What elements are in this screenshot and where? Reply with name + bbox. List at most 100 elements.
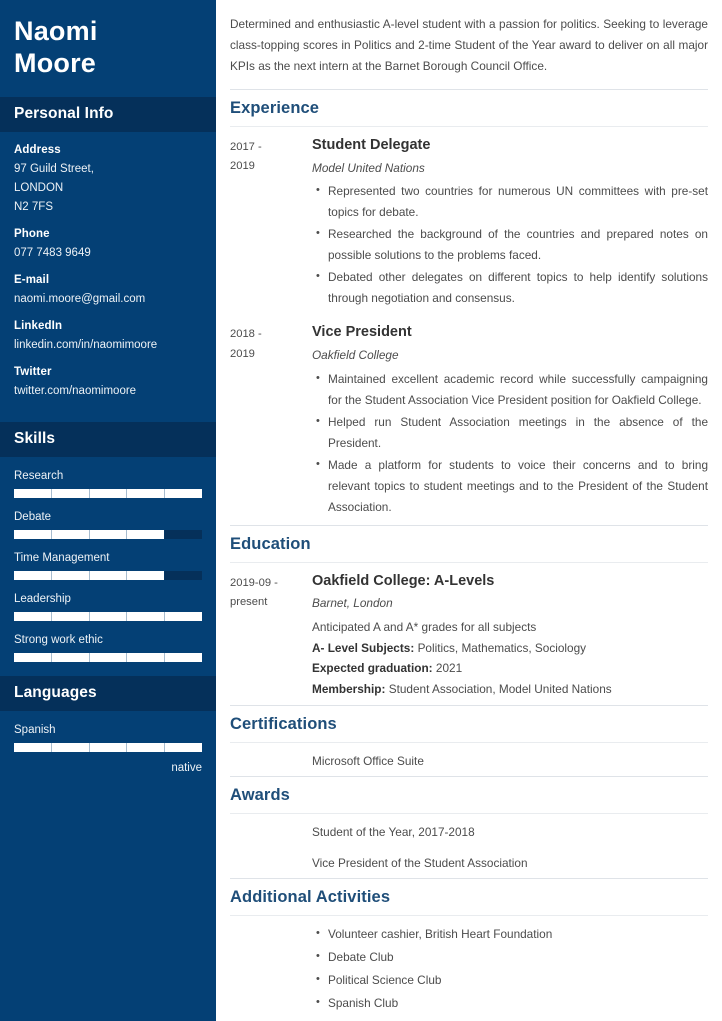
education-detail: Anticipated A and A* grades for all subj… [312, 617, 708, 638]
skill-bar-track [14, 742, 202, 752]
section-certifications: Certifications Microsoft Office Suite [230, 705, 708, 774]
bar-ticks [14, 570, 202, 580]
contact-label: LinkedIn [14, 320, 63, 332]
education-detail-label: Membership: [312, 681, 386, 696]
bar-tick [52, 652, 90, 662]
education-detail-value: Anticipated A and A* grades for all subj… [312, 620, 537, 635]
bar-tick [52, 488, 90, 498]
languages-heading: Languages [0, 675, 216, 711]
education-detail-label: Expected graduation: [312, 661, 433, 676]
certification-item: Microsoft Office Suite [312, 754, 424, 769]
contact-group-linkedin: LinkedIn linkedin.com/in/naomimoore [14, 320, 202, 355]
bar-ticks [14, 652, 202, 662]
bar-tick [14, 652, 52, 662]
bullet-item: Maintained excellent academic record whi… [316, 369, 708, 411]
language-name: Spanish [14, 723, 56, 736]
contact-label: Phone [14, 228, 50, 241]
bullet-item: Debated other delegates on different top… [316, 267, 708, 309]
experience-entry: 2018 -2019 Vice President Oakfield College… [230, 314, 708, 522]
activity-item: Spanish Club [316, 993, 708, 1014]
bar-tick [14, 611, 52, 621]
skill-name: Debate [14, 510, 52, 523]
bullet-item: Researched the background of the countri… [316, 224, 708, 266]
experience-entry: 2017 -2019 Student Delegate Model United N… [230, 127, 708, 314]
experience-date: 2017 -2019 [230, 140, 262, 173]
bullet-item: Represented two countries for numerous U… [316, 181, 708, 223]
contact-group-twitter: Twitter twitter.com/naomimoore [14, 366, 202, 401]
contact-label: Address [14, 144, 61, 157]
awards-entry: Student of the Year, 2017-2018 Vice Presi… [230, 814, 708, 876]
skill-name: Leadership [14, 592, 71, 605]
activities-entry: Volunteer cashier, British Heart Foundat… [230, 916, 708, 1018]
experience-title: Student Delegate [312, 136, 431, 153]
skill-item: Time Management [14, 552, 202, 580]
skill-item: Research [14, 470, 202, 498]
bullet-item: Helped run Student Association meetings … [316, 412, 708, 454]
education-subtitle: Barnet, London [312, 596, 393, 611]
experience-subtitle: Oakfield College [312, 347, 399, 362]
contact-value: 97 Guild Street, LONDON N2 7FS [14, 163, 94, 214]
language-item: Spanish native [14, 724, 202, 774]
name-last: Moore [14, 47, 96, 78]
contact-value: twitter.com/naomimoore [14, 384, 137, 397]
education-detail-label: A- Level Subjects: [312, 640, 415, 655]
experience-date: 2018 -2019 [230, 328, 262, 360]
bar-tick [14, 488, 52, 498]
bar-tick [127, 488, 166, 498]
skill-name: Research [14, 469, 64, 482]
section-education: Education 2019-09 - present Oakfield Colle… [230, 524, 708, 704]
bar-tick [90, 488, 128, 498]
education-title: Oakfield College: A-Levels [312, 572, 495, 589]
skill-item: Debate [14, 511, 202, 539]
bar-tick [165, 653, 202, 662]
bar-tick [52, 529, 90, 539]
personal-info-heading: Personal Info [0, 97, 216, 133]
awards-date-spacer [230, 822, 312, 824]
activity-item: Volunteer cashier, British Heart Foundat… [316, 924, 708, 945]
awards-heading: Awards [230, 776, 708, 815]
bar-tick [14, 529, 52, 539]
experience-body: Student Delegate Model United Nations Repr… [312, 136, 708, 310]
section-experience: Experience 2017 -2019 Student Delegate Mod… [230, 88, 708, 523]
award-item: Vice President of the Student Associatio… [312, 856, 528, 871]
bar-ticks [14, 529, 202, 539]
professional-summary: Determined and enthusiastic A-level stud… [230, 17, 708, 73]
bar-tick [90, 570, 128, 580]
main-content: Determined and enthusiastic A-level stud… [216, 0, 722, 1021]
education-entries: 2019-09 - present Oakfield College: A-Leve… [230, 563, 708, 704]
bar-tick [127, 611, 166, 621]
bar-tick [90, 529, 128, 539]
certifications-entry: Microsoft Office Suite [230, 743, 708, 774]
contact-value: naomi.moore@gmail.com [14, 293, 146, 306]
skill-bar-track [14, 570, 202, 580]
bar-tick [165, 489, 202, 498]
education-date: 2019-09 - present [230, 576, 278, 608]
section-activities: Additional Activities Volunteer cashier,… [230, 878, 708, 1018]
skill-name: Time Management [14, 551, 110, 564]
contact-group-address: Address 97 Guild Street, LONDON N2 7FS [14, 144, 202, 217]
contact-value: linkedin.com/in/naomimoore [14, 339, 158, 351]
languages-body: Spanish native [0, 711, 216, 788]
experience-title: Vice President [312, 324, 412, 341]
bar-tick [127, 570, 166, 580]
experience-body: Vice President Oakfield College Maintained… [312, 323, 708, 518]
education-entry: 2019-09 - present Oakfield College: A-Leve… [230, 563, 708, 704]
sidebar: Naomi Moore Personal Info Address 97 Guil… [0, 0, 216, 1021]
bar-tick [127, 529, 166, 539]
education-detail: A- Level Subjects: Politics, Mathematics… [312, 638, 708, 659]
bar-ticks [14, 488, 202, 498]
skill-item: Leadership [14, 593, 202, 621]
skill-bar-track [14, 611, 202, 621]
bar-tick [165, 571, 202, 580]
bar-ticks [14, 742, 202, 752]
bar-tick [14, 570, 52, 580]
bar-tick [14, 742, 52, 752]
skills-heading: Skills [0, 421, 216, 457]
contact-group-phone: Phone 077 7483 9649 [14, 228, 202, 263]
education-detail: Membership: Student Association, Model U… [312, 679, 708, 700]
contact-label: E-mail [14, 274, 50, 287]
name-first: Naomi [14, 16, 98, 46]
education-heading: Education [230, 524, 708, 563]
contact-group-e-mail: E-mail naomi.moore@gmail.com [14, 274, 202, 309]
skill-bar-track [14, 652, 202, 662]
